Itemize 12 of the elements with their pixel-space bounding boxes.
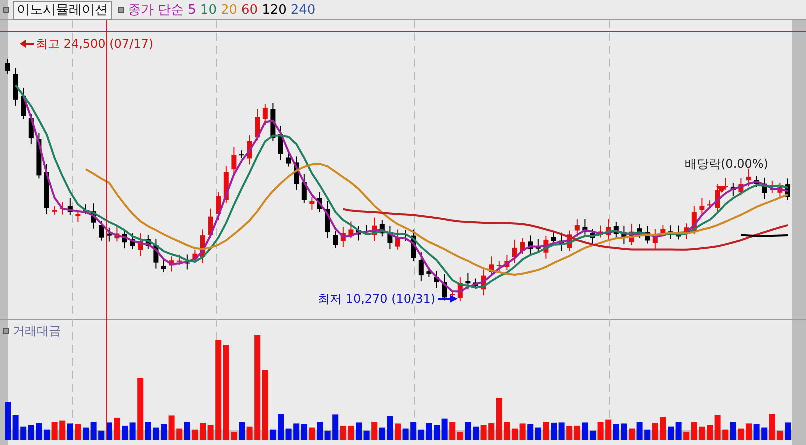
legend-item: 10 [200, 4, 217, 16]
chart-annotation: 배당락(0.00%) [685, 158, 768, 170]
legend-label: 종가 단순 [128, 4, 184, 16]
legend-item: 240 [290, 4, 316, 16]
volume-title: 거래대금 [13, 323, 61, 340]
legend-item: 20 [220, 4, 238, 16]
stock-title: 이노시뮬레이션 [13, 0, 112, 20]
legend-item: 5 [188, 4, 196, 16]
legend-item: 60 [242, 4, 258, 16]
legend-item: 120 [262, 4, 287, 16]
chart-annotation: 최고 24,500 (07/17) [36, 38, 154, 50]
chart-annotation: 최저 10,270 (10/31) [318, 293, 436, 305]
